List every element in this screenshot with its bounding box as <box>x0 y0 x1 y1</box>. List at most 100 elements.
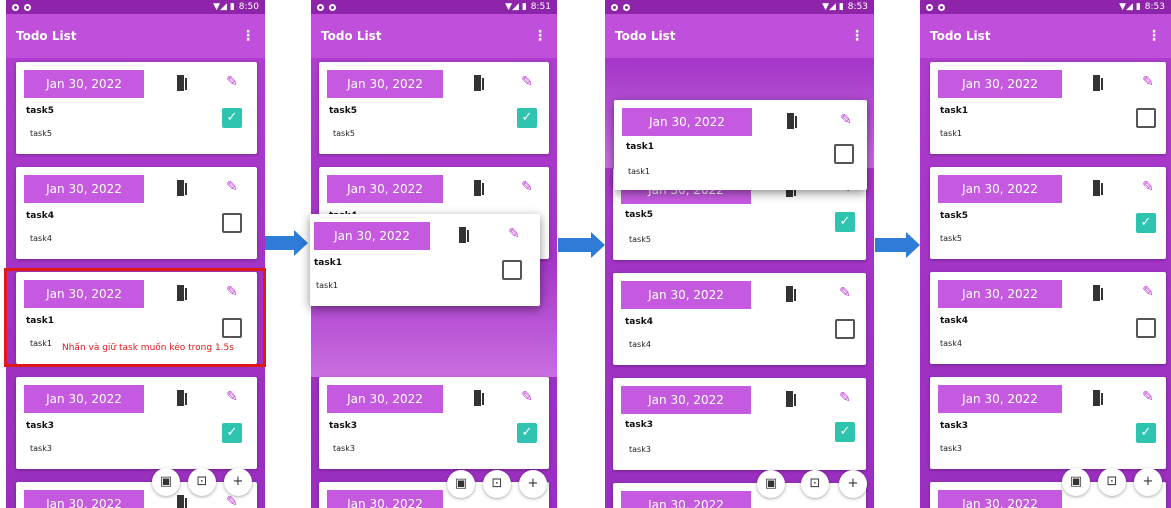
task-card-partial[interactable]: Jan 30, 2022 <box>319 482 549 508</box>
done-checkbox[interactable]: ✓ <box>835 422 855 442</box>
signal-icon: ▼◢ ▮ <box>1119 2 1141 12</box>
date-button[interactable]: Jan 30, 2022 <box>621 281 751 309</box>
add-fab[interactable]: + <box>224 468 252 496</box>
task-card-task3[interactable]: Jan 30, 2022 ✎ task3 ✓ task3 <box>613 378 866 470</box>
edit-icon[interactable]: ✎ <box>224 494 240 508</box>
task-card-task3[interactable]: Jan 30, 2022 ✎ task3 ✓ task3 <box>930 377 1166 469</box>
date-button[interactable]: Jan 30, 2022 <box>327 385 443 413</box>
date-button[interactable]: Jan 30, 2022 <box>622 108 752 136</box>
delete-icon[interactable] <box>785 391 797 407</box>
date-button[interactable]: Jan 30, 2022 <box>24 385 144 413</box>
date-button[interactable]: Jan 30, 2022 <box>938 70 1062 98</box>
scan-fab[interactable]: ⊡ <box>801 470 829 498</box>
delete-icon[interactable] <box>473 390 485 406</box>
date-button[interactable]: Jan 30, 2022 <box>24 490 144 508</box>
delete-icon[interactable] <box>1092 180 1104 196</box>
delete-icon[interactable] <box>176 180 188 196</box>
delete-icon[interactable] <box>176 390 188 406</box>
edit-icon[interactable]: ✎ <box>519 179 535 195</box>
date-button[interactable]: Jan 30, 2022 <box>621 386 751 414</box>
date-button[interactable]: Jan 30, 2022 <box>938 490 1062 508</box>
more-options-icon[interactable]: ⋮ <box>241 28 255 44</box>
done-checkbox[interactable] <box>1136 318 1156 338</box>
task-card-partial[interactable]: Jan 30, 2022 ✎ <box>16 482 257 508</box>
task-card-partial[interactable]: Jan 30, 2022 <box>930 482 1166 508</box>
task-card-task5[interactable]: Jan 30, 2022 ✎ task5 ✓ task5 <box>319 62 549 154</box>
edit-icon[interactable]: ✎ <box>519 74 535 90</box>
delete-icon[interactable] <box>785 286 797 302</box>
delete-icon[interactable] <box>1092 390 1104 406</box>
edit-icon[interactable]: ✎ <box>1140 284 1156 300</box>
edit-icon[interactable]: ✎ <box>837 285 853 301</box>
image-fab[interactable]: ▣ <box>757 470 785 498</box>
task-title: task5 <box>26 106 54 116</box>
add-fab[interactable]: + <box>839 470 867 498</box>
date-button[interactable]: Jan 30, 2022 <box>621 491 751 508</box>
arrow-right-icon <box>294 230 308 256</box>
edit-icon[interactable]: ✎ <box>838 112 854 128</box>
edit-icon[interactable]: ✎ <box>1140 74 1156 90</box>
dragged-task-card-task1[interactable]: Jan 30, 2022 ✎ task1 task1 <box>614 100 867 190</box>
edit-icon[interactable]: ✎ <box>224 74 240 90</box>
date-button[interactable]: Jan 30, 2022 <box>938 280 1062 308</box>
done-checkbox[interactable]: ✓ <box>517 108 537 128</box>
edit-icon[interactable]: ✎ <box>506 226 522 242</box>
delete-icon[interactable] <box>786 113 798 129</box>
done-checkbox[interactable]: ✓ <box>222 108 242 128</box>
more-options-icon[interactable]: ⋮ <box>1147 28 1161 44</box>
task-card-task3[interactable]: Jan 30, 2022 ✎ task3 ✓ task3 <box>319 377 549 469</box>
done-checkbox[interactable]: ✓ <box>835 212 855 232</box>
edit-icon[interactable]: ✎ <box>837 390 853 406</box>
done-checkbox[interactable]: ✓ <box>1136 213 1156 233</box>
task-card-task3[interactable]: Jan 30, 2022 ✎ task3 ✓ task3 <box>16 377 257 469</box>
delete-icon[interactable] <box>176 75 188 91</box>
task-card-task5[interactable]: Jan 30, 2022 ✎ task5 ✓ task5 <box>16 62 257 154</box>
task-card-task4[interactable]: Jan 30, 2022 ✎ task4 task4 <box>16 167 257 259</box>
edit-icon[interactable]: ✎ <box>1140 389 1156 405</box>
date-button[interactable]: Jan 30, 2022 <box>327 490 443 508</box>
done-checkbox[interactable] <box>1136 108 1156 128</box>
date-button[interactable]: Jan 30, 2022 <box>24 175 144 203</box>
delete-icon[interactable] <box>1092 75 1104 91</box>
task-title: task5 <box>940 211 968 221</box>
task-card-task1[interactable]: Jan 30, 2022 ✎ task1 task1 <box>930 62 1166 154</box>
delete-icon[interactable] <box>458 227 470 243</box>
date-button[interactable]: Jan 30, 2022 <box>314 222 430 250</box>
date-button[interactable]: Jan 30, 2022 <box>938 175 1062 203</box>
done-checkbox[interactable]: ✓ <box>222 423 242 443</box>
done-checkbox[interactable]: ✓ <box>1136 423 1156 443</box>
scan-fab[interactable]: ⊡ <box>188 468 216 496</box>
task-card-task4[interactable]: Jan 30, 2022 ✎ task4 task4 <box>613 273 866 365</box>
edit-icon[interactable]: ✎ <box>224 389 240 405</box>
add-fab[interactable]: + <box>1134 468 1162 496</box>
done-checkbox[interactable]: ✓ <box>517 423 537 443</box>
scan-fab[interactable]: ⊡ <box>483 470 511 498</box>
edit-icon[interactable]: ✎ <box>1140 179 1156 195</box>
done-checkbox[interactable] <box>222 213 242 233</box>
delete-icon[interactable] <box>176 495 188 508</box>
delete-icon[interactable] <box>473 180 485 196</box>
phone-screen-4: ▼◢ ▮ 8:53 Todo List ⋮ Jan 30, 2022 ✎ task… <box>920 0 1171 508</box>
dragged-task-card-task1[interactable]: Jan 30, 2022 ✎ task1 task1 <box>310 214 540 306</box>
edit-icon[interactable]: ✎ <box>224 179 240 195</box>
done-checkbox[interactable] <box>835 319 855 339</box>
done-checkbox[interactable] <box>834 144 854 164</box>
date-button[interactable]: Jan 30, 2022 <box>938 385 1062 413</box>
edit-icon[interactable]: ✎ <box>519 389 535 405</box>
task-card-task4[interactable]: Jan 30, 2022 ✎ task4 task4 <box>930 272 1166 364</box>
done-checkbox[interactable] <box>502 260 522 280</box>
delete-icon[interactable] <box>473 75 485 91</box>
more-options-icon[interactable]: ⋮ <box>850 28 864 44</box>
image-fab[interactable]: ▣ <box>152 468 180 496</box>
date-button[interactable]: Jan 30, 2022 <box>327 175 443 203</box>
date-button[interactable]: Jan 30, 2022 <box>327 70 443 98</box>
add-fab[interactable]: + <box>519 470 547 498</box>
delete-icon[interactable] <box>1092 285 1104 301</box>
date-button[interactable]: Jan 30, 2022 <box>24 70 144 98</box>
arrow-shaft <box>265 236 295 250</box>
image-fab[interactable]: ▣ <box>447 470 475 498</box>
more-options-icon[interactable]: ⋮ <box>533 28 547 44</box>
scan-fab[interactable]: ⊡ <box>1098 468 1126 496</box>
task-card-task5[interactable]: Jan 30, 2022 ✎ task5 ✓ task5 <box>930 167 1166 259</box>
image-fab[interactable]: ▣ <box>1062 468 1090 496</box>
